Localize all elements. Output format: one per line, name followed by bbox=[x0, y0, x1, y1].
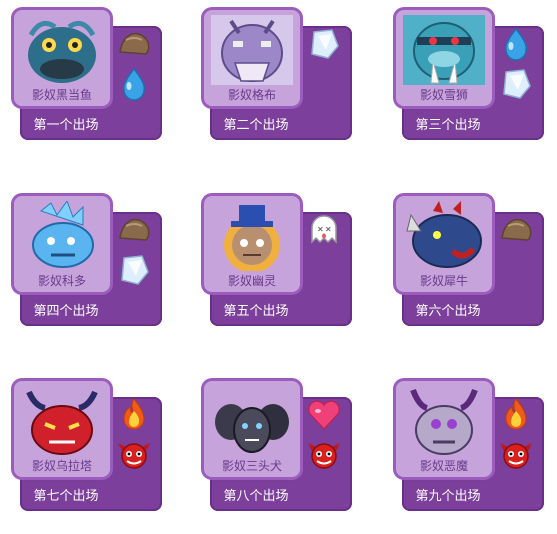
monster-portrait: 影奴幽灵 bbox=[204, 196, 300, 292]
water-drop-icon bbox=[504, 27, 528, 61]
svg-text:✕: ✕ bbox=[317, 225, 324, 234]
monster-card-5[interactable]: 影奴幽灵 ✕ ✕ 第五个出场 bbox=[204, 196, 356, 326]
monster-art bbox=[21, 15, 103, 85]
monster-portrait: 影奴犀牛 bbox=[396, 196, 492, 292]
appearance-order: 第七个出场 bbox=[33, 489, 99, 504]
monster-art bbox=[211, 201, 293, 271]
monster-portrait: 影奴乌拉塔 bbox=[14, 381, 110, 477]
appearance-order: 第三个出场 bbox=[415, 118, 481, 133]
monster-portrait: 影奴三头犬 bbox=[204, 381, 300, 477]
monster-art bbox=[403, 386, 485, 456]
fire-icon bbox=[123, 398, 145, 430]
appearance-order: 第八个出场 bbox=[223, 489, 289, 504]
demon-icon bbox=[500, 443, 532, 469]
monster-art bbox=[211, 386, 293, 456]
monster-card-1[interactable]: 影奴黑当鱼 第一个出场 bbox=[14, 10, 166, 140]
fire-icon bbox=[505, 398, 527, 430]
monster-portrait: 影奴格布 bbox=[204, 10, 300, 106]
monster-art bbox=[21, 386, 103, 456]
appearance-order: 第二个出场 bbox=[223, 118, 289, 133]
monster-art bbox=[403, 15, 485, 85]
ghost-icon: ✕ ✕ bbox=[311, 215, 337, 244]
monster-card-4[interactable]: 影奴科多 第四个出场 bbox=[14, 196, 166, 326]
monster-card-6[interactable]: 影奴犀牛 第六个出场 bbox=[396, 196, 548, 326]
demon-icon bbox=[118, 443, 150, 469]
monster-name: 影奴幽灵 bbox=[227, 274, 276, 288]
monster-portrait: 影奴科多 bbox=[14, 196, 110, 292]
appearance-order: 第九个出场 bbox=[415, 489, 481, 504]
rock-icon bbox=[119, 218, 150, 241]
ice-crystal-icon bbox=[311, 29, 339, 59]
rock-icon bbox=[119, 32, 150, 55]
monster-name: 影奴乌拉塔 bbox=[31, 459, 92, 473]
monster-card-9[interactable]: 影奴恶魔 第九个出场 bbox=[396, 381, 548, 511]
svg-text:✕: ✕ bbox=[325, 225, 332, 234]
monster-name: 影奴恶魔 bbox=[419, 459, 468, 473]
monster-portrait: 影奴恶魔 bbox=[396, 381, 492, 477]
monster-name: 影奴格布 bbox=[227, 88, 276, 102]
ice-crystal-icon bbox=[503, 69, 531, 99]
monster-card-7[interactable]: 影奴乌拉塔 第七个出场 bbox=[14, 381, 166, 511]
monster-art bbox=[403, 201, 485, 271]
monster-name: 影奴雪狮 bbox=[419, 88, 468, 102]
appearance-order: 第一个出场 bbox=[33, 118, 99, 133]
monster-name: 影奴犀牛 bbox=[419, 274, 468, 288]
monster-art bbox=[211, 15, 293, 85]
monster-card-3[interactable]: 影奴雪狮 第三个出场 bbox=[396, 10, 548, 140]
appearance-order: 第六个出场 bbox=[415, 304, 481, 319]
monster-portrait: 影奴雪狮 bbox=[396, 10, 492, 106]
appearance-order: 第五个出场 bbox=[223, 304, 289, 319]
ice-crystal-icon bbox=[121, 255, 149, 285]
water-drop-icon bbox=[122, 67, 146, 101]
monster-card-8[interactable]: 影奴三头犬 第八个出场 bbox=[204, 381, 356, 511]
monster-card-2[interactable]: 影奴格布 第二个出场 bbox=[204, 10, 356, 140]
monster-portrait: 影奴黑当鱼 bbox=[14, 10, 110, 106]
monster-name: 影奴科多 bbox=[37, 274, 86, 288]
appearance-order: 第四个出场 bbox=[33, 304, 99, 319]
monster-name: 影奴三头犬 bbox=[221, 459, 282, 473]
heart-icon bbox=[307, 400, 341, 431]
monster-name: 影奴黑当鱼 bbox=[31, 88, 92, 102]
monster-art bbox=[21, 201, 103, 271]
demon-icon bbox=[308, 443, 340, 469]
rock-icon bbox=[501, 218, 532, 241]
